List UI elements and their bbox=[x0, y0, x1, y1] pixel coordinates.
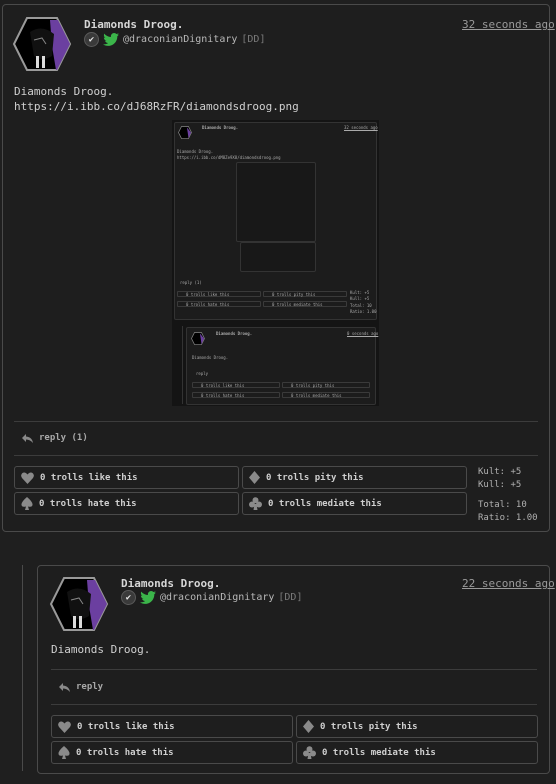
twitter-handle[interactable]: @draconianDignitary bbox=[160, 592, 274, 603]
embed-nested-reply bbox=[240, 242, 316, 272]
embed-pity: 0 trolls pity this bbox=[272, 292, 316, 297]
embed-text: Diamonds Droog. bbox=[177, 149, 214, 154]
like-label: 0 trolls like this bbox=[40, 472, 138, 483]
embed-reply: reply (1) bbox=[180, 280, 202, 285]
embed-nested-image bbox=[236, 162, 316, 242]
divider bbox=[51, 704, 537, 705]
reply-button[interactable]: reply (1) bbox=[22, 433, 88, 443]
pity-label: 0 trolls pity this bbox=[266, 472, 364, 483]
ratio-value: Ratio: 1.00 bbox=[478, 513, 538, 523]
embed-ratio: Ratio: 1.00 bbox=[350, 309, 377, 314]
divider bbox=[14, 455, 538, 456]
diamond-icon bbox=[303, 720, 314, 733]
pity-button[interactable]: 0 trolls pity this bbox=[296, 715, 538, 738]
spade-icon bbox=[58, 746, 70, 759]
avatar[interactable] bbox=[12, 16, 72, 72]
reply-label: reply bbox=[76, 682, 104, 692]
hate-label: 0 trolls hate this bbox=[76, 747, 174, 758]
handle-tag: [DD] bbox=[241, 34, 266, 45]
embed-reply-hate: 0 trolls hate this bbox=[201, 393, 245, 398]
twitter-bird-icon[interactable] bbox=[140, 591, 156, 604]
pity-label: 0 trolls pity this bbox=[320, 721, 418, 732]
heart-icon bbox=[58, 721, 71, 733]
post-text-line: Diamonds Droog. bbox=[14, 85, 114, 98]
mediate-button[interactable]: 0 trolls mediate this bbox=[242, 492, 467, 515]
embed-reply-author: Diamonds Droog. bbox=[216, 331, 253, 336]
post-text: Diamonds Droog. https://i.ibb.co/dJ68RzF… bbox=[14, 84, 299, 114]
author-meta: ✔ @draconianDignitary [DD] bbox=[121, 590, 302, 605]
mediate-button[interactable]: 0 trolls mediate this bbox=[296, 741, 538, 764]
verified-check-icon: ✔ bbox=[121, 590, 136, 605]
author-meta: ✔ @draconianDignitary [DD] bbox=[84, 32, 265, 47]
club-icon bbox=[249, 497, 262, 510]
hate-button[interactable]: 0 trolls hate this bbox=[51, 741, 293, 764]
embed-hate: 0 trolls hate this bbox=[186, 302, 230, 307]
embed-link: https://i.ibb.co/dM8Ze9X8/diamondsdroog.… bbox=[177, 155, 281, 160]
total-stats: Total: 10 Ratio: 1.00 bbox=[478, 499, 538, 525]
diamond-icon bbox=[249, 471, 260, 484]
embed-reply-reply: reply bbox=[196, 371, 209, 376]
handle-tag: [DD] bbox=[278, 592, 303, 603]
embed-kull: Kull: +5 bbox=[350, 296, 370, 301]
reply-label: reply (1) bbox=[39, 433, 88, 443]
twitter-handle[interactable]: @draconianDignitary bbox=[123, 34, 237, 45]
like-label: 0 trolls like this bbox=[77, 721, 175, 732]
mediate-label: 0 trolls mediate this bbox=[322, 747, 436, 758]
reply-arrow-icon bbox=[59, 682, 70, 692]
embed-kult: Kult: +5 bbox=[350, 290, 370, 295]
author-name[interactable]: Diamonds Droog. bbox=[84, 18, 183, 31]
timestamp[interactable]: 22 seconds ago bbox=[462, 577, 555, 590]
embedded-image[interactable]: Diamonds Droog. 32 seconds ago Diamonds … bbox=[172, 120, 379, 406]
club-icon bbox=[303, 746, 316, 759]
timestamp[interactable]: 32 seconds ago bbox=[462, 18, 555, 31]
twitter-bird-icon[interactable] bbox=[103, 33, 119, 46]
heart-icon bbox=[21, 472, 34, 484]
divider bbox=[14, 421, 538, 422]
total-value: Total: 10 bbox=[478, 500, 527, 510]
kult-stats: Kult: +5 Kull: +5 bbox=[478, 466, 521, 492]
like-button[interactable]: 0 trolls like this bbox=[51, 715, 293, 738]
spade-icon bbox=[21, 497, 33, 510]
like-button[interactable]: 0 trolls like this bbox=[14, 466, 239, 489]
reply-arrow-icon bbox=[22, 433, 33, 443]
embed-mediate: 0 trolls mediate this bbox=[272, 302, 323, 307]
embed-total: Total: 10 bbox=[350, 303, 372, 308]
image-link[interactable]: https://i.ibb.co/dJ68RzFR/diamondsdroog.… bbox=[14, 99, 299, 114]
embed-like: 0 trolls like this bbox=[186, 292, 230, 297]
reply-button[interactable]: reply bbox=[59, 682, 103, 692]
kull-value: Kull: +5 bbox=[478, 480, 522, 490]
embed-thread-line bbox=[182, 326, 183, 404]
thread-line bbox=[22, 565, 23, 771]
verified-check-icon: ✔ bbox=[84, 32, 99, 47]
kult-value: Kult: +5 bbox=[478, 467, 522, 477]
divider bbox=[51, 669, 537, 670]
hate-button[interactable]: 0 trolls hate this bbox=[14, 492, 239, 515]
embed-reply-like: 0 trolls like this bbox=[201, 383, 245, 388]
post-text: Diamonds Droog. bbox=[51, 643, 151, 656]
mediate-label: 0 trolls mediate this bbox=[268, 498, 382, 509]
author-name[interactable]: Diamonds Droog. bbox=[121, 577, 220, 590]
embed-author: Diamonds Droog. bbox=[202, 125, 239, 130]
embed-reply-avatar bbox=[191, 332, 205, 345]
pity-button[interactable]: 0 trolls pity this bbox=[242, 466, 467, 489]
embed-reply-mediate: 0 trolls mediate this bbox=[291, 393, 342, 398]
embed-reply-pity: 0 trolls pity this bbox=[291, 383, 335, 388]
hate-label: 0 trolls hate this bbox=[39, 498, 137, 509]
embed-timestamp: 32 seconds ago bbox=[344, 125, 378, 130]
embed-avatar bbox=[178, 126, 192, 139]
embed-reply-timestamp: 0 seconds ago bbox=[347, 331, 379, 336]
embed-reply-text: Diamonds Droog. bbox=[192, 355, 229, 360]
avatar[interactable] bbox=[49, 576, 109, 632]
